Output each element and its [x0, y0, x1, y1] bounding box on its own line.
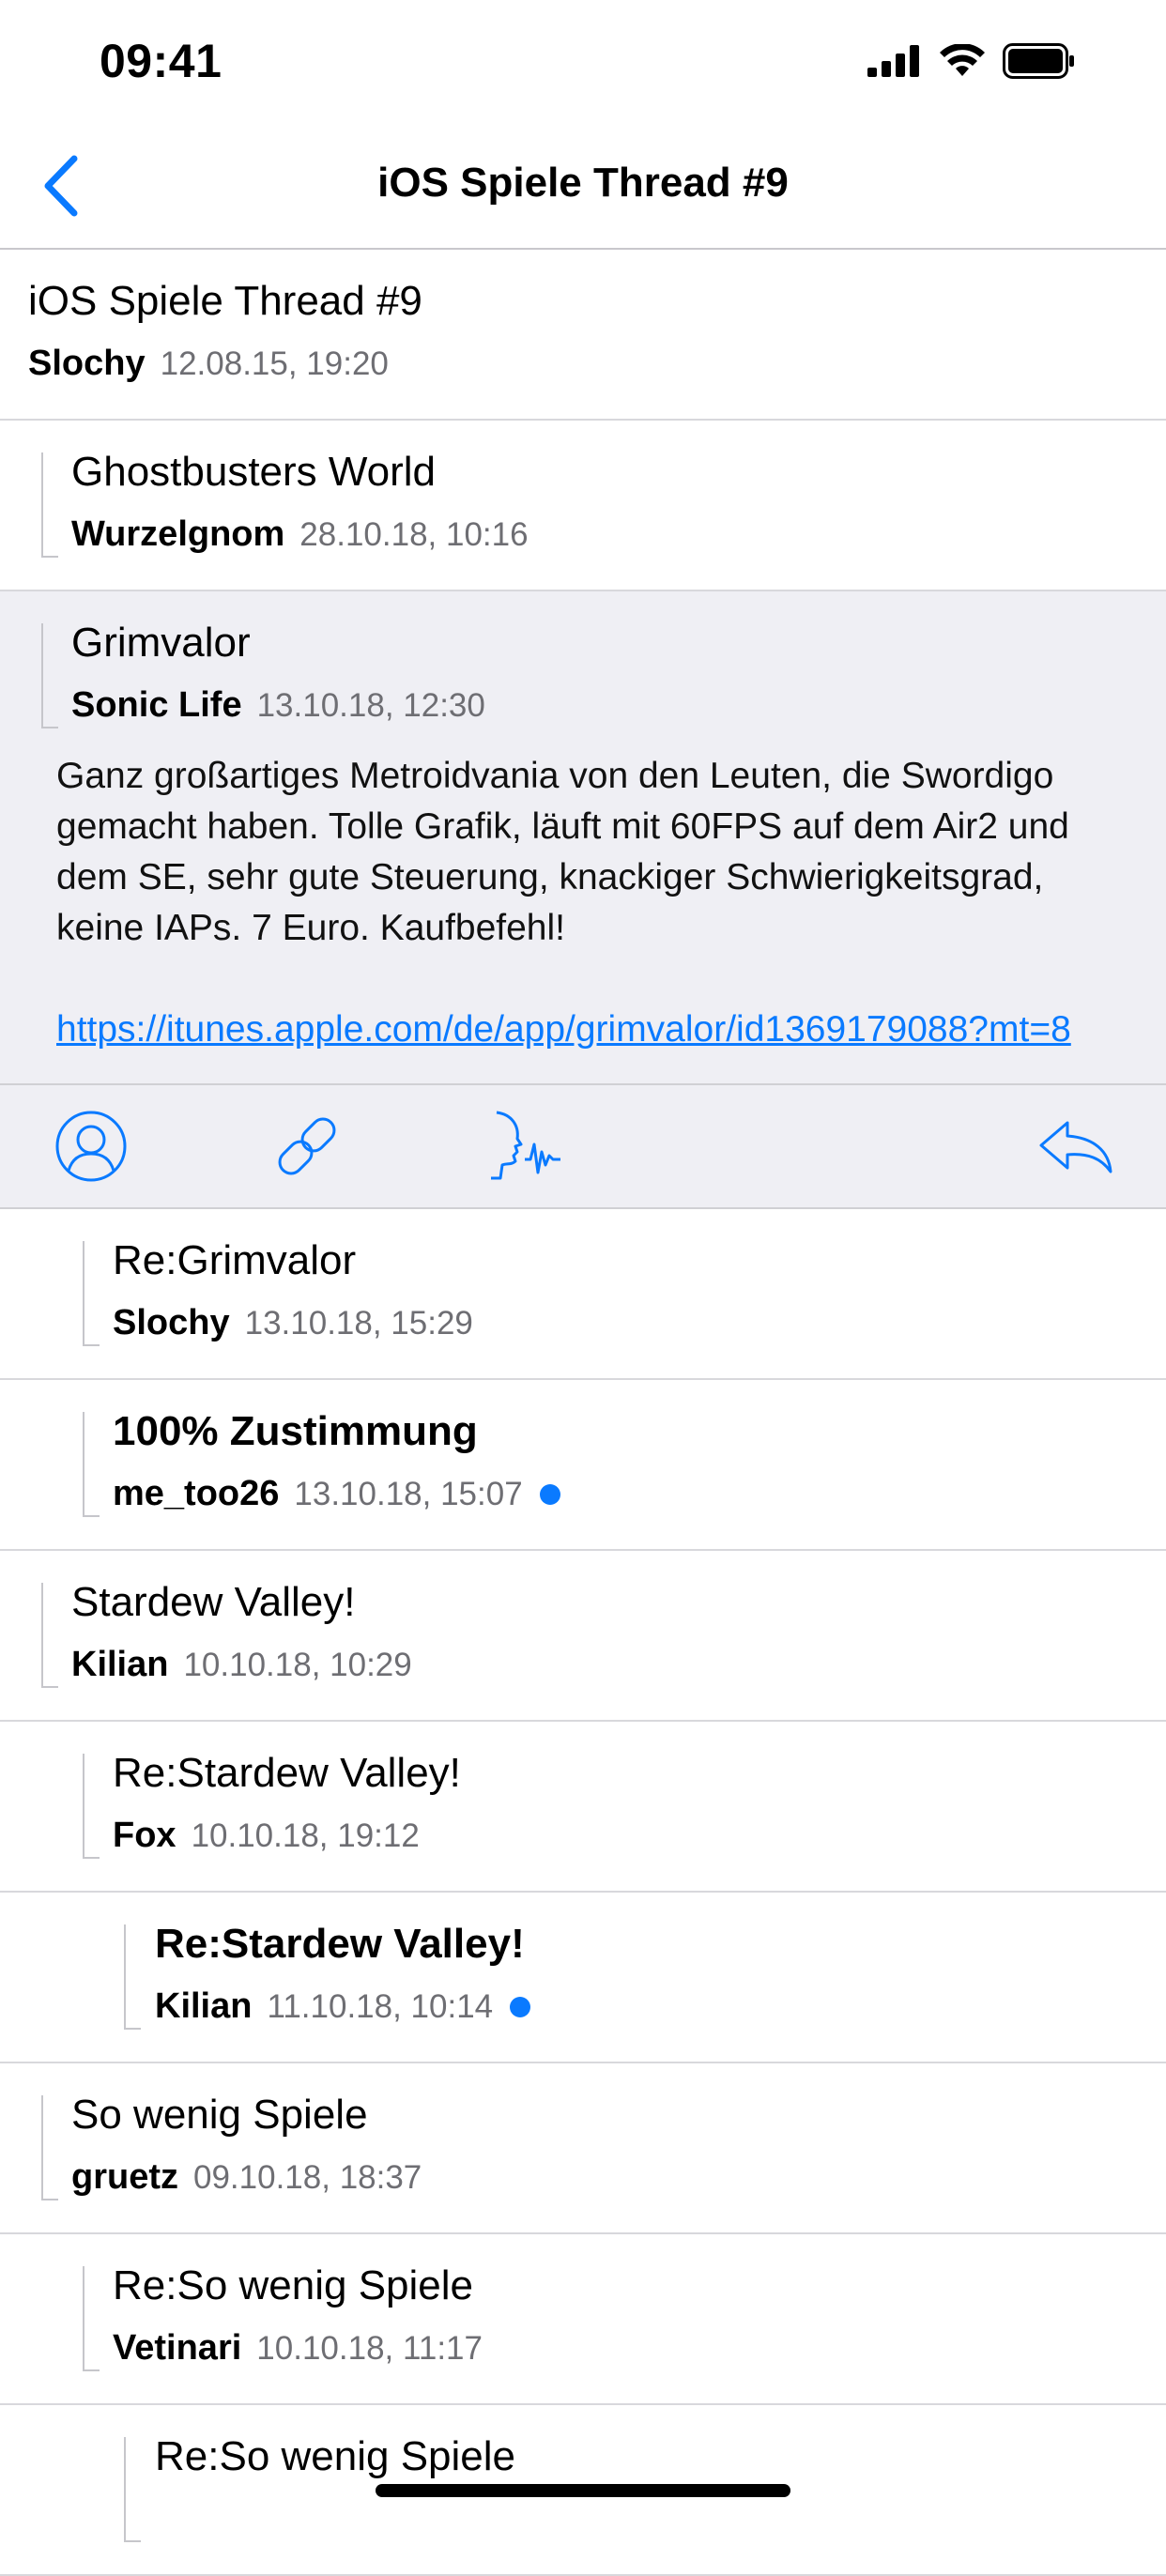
status-icons [867, 43, 1076, 79]
reply-icon [1039, 1121, 1112, 1173]
thread-level-line [41, 1583, 58, 1688]
cellular-signal-icon [867, 45, 919, 77]
post-meta: Fox 10.10.18, 19:12 [113, 1816, 420, 1856]
thread-row[interactable]: So wenig Spiele gruetz 09.10.18, 18:37 [0, 2063, 1166, 2234]
unread-indicator [510, 1996, 531, 2017]
thread-level-line [41, 2095, 58, 2200]
post-date: 13.10.18, 15:29 [244, 1304, 473, 1342]
thread-row[interactable]: Re:Stardew Valley! Fox 10.10.18, 19:12 [0, 1722, 1166, 1893]
expanded-post-header-row: Grimvalor Sonic Life 13.10.18, 12:30 [0, 591, 1166, 751]
post-meta: Slochy 13.10.18, 15:29 [113, 1303, 473, 1343]
status-time: 09:41 [100, 35, 222, 87]
post-meta: Vetinari 10.10.18, 11:17 [113, 2328, 483, 2369]
post-title: Stardew Valley! [71, 1579, 356, 1625]
thread-row-root[interactable]: iOS Spiele Thread #9 Slochy 12.08.15, 19… [0, 250, 1166, 421]
thread-level-line [83, 1412, 100, 1517]
post-title: So wenig Spiele [71, 2092, 368, 2138]
navigation-bar: iOS Spiele Thread #9 [0, 124, 1166, 250]
post-date: 11.10.18, 10:14 [267, 1987, 494, 2025]
battery-icon [1003, 43, 1074, 79]
post-meta: Sonic Life 13.10.18, 12:30 [71, 685, 485, 726]
thread-row[interactable]: Stardew Valley! Kilian 10.10.18, 10:29 [0, 1551, 1166, 1722]
thread-list: iOS Spiele Thread #9 Slochy 12.08.15, 19… [0, 250, 1166, 2576]
home-indicator[interactable] [376, 2484, 790, 2497]
profile-button[interactable] [49, 1104, 133, 1188]
profile-icon [55, 1111, 127, 1182]
expanded-post: Grimvalor Sonic Life 13.10.18, 12:30 Gan… [0, 591, 1166, 1209]
post-author: Slochy [113, 1303, 230, 1342]
post-title: Re:Stardew Valley! [113, 1750, 461, 1796]
post-meta: Slochy 12.08.15, 19:20 [28, 344, 389, 384]
post-author: me_too26 [113, 1474, 280, 1513]
post-date: 13.10.18, 12:30 [256, 686, 485, 724]
post-date: 13.10.18, 15:07 [294, 1475, 523, 1512]
thread-row[interactable]: 100% Zustimmung me_too26 13.10.18, 15:07 [0, 1380, 1166, 1551]
post-author: gruetz [71, 2157, 178, 2197]
page-title: iOS Spiele Thread #9 [377, 160, 789, 206]
post-title: Ghostbusters World [71, 449, 437, 495]
post-author: Vetinari [113, 2328, 242, 2368]
post-date: 10.10.18, 10:29 [183, 1646, 412, 1683]
post-date: 10.10.18, 19:12 [191, 1817, 420, 1854]
post-author: Slochy [28, 344, 146, 383]
unread-indicator [539, 1483, 560, 1505]
post-title: Grimvalor [71, 620, 251, 666]
thread-row[interactable]: Ghostbusters World Wurzelgnom 28.10.18, … [0, 421, 1166, 591]
post-title: Re:Grimvalor [113, 1237, 357, 1283]
thread-level-line [124, 2437, 141, 2542]
thread-level-line [83, 2266, 100, 2371]
post-link[interactable]: https://itunes.apple.com/de/app/grimvalo… [56, 1004, 1113, 1083]
post-title: 100% Zustimmung [113, 1408, 478, 1454]
post-author: Kilian [71, 1645, 169, 1684]
speak-icon [491, 1111, 560, 1180]
post-meta: me_too26 13.10.18, 15:07 [113, 1474, 560, 1514]
post-body: Ganz großartiges Metroidvania von den Le… [0, 751, 1166, 1083]
post-date: 10.10.18, 11:17 [256, 2329, 483, 2367]
post-date: 28.10.18, 10:16 [299, 515, 529, 553]
link-icon [278, 1117, 336, 1175]
thread-level-line [83, 1754, 100, 1859]
post-meta: Kilian 10.10.18, 10:29 [71, 1645, 412, 1685]
post-title: Re:Stardew Valley! [155, 1921, 525, 1967]
wifi-icon [940, 44, 985, 76]
post-date: 09.10.18, 18:37 [193, 2158, 422, 2196]
thread-level-line [41, 452, 58, 558]
thread-row[interactable]: Re:Grimvalor Slochy 13.10.18, 15:29 [0, 1209, 1166, 1380]
post-author: Sonic Life [71, 685, 242, 725]
link-button[interactable] [265, 1104, 349, 1188]
speak-button[interactable] [481, 1104, 565, 1188]
post-author: Wurzelgnom [71, 514, 285, 554]
post-author: Kilian [155, 1986, 253, 2026]
post-meta: Wurzelgnom 28.10.18, 10:16 [71, 514, 529, 555]
post-text: Ganz großartiges Metroidvania von den Le… [56, 756, 1069, 948]
thread-row[interactable]: Re:Stardew Valley! Kilian 11.10.18, 10:1… [0, 1893, 1166, 2063]
thread-row[interactable]: Re:So wenig Spiele Vetinari 10.10.18, 11… [0, 2234, 1166, 2405]
post-meta: gruetz 09.10.18, 18:37 [71, 2157, 422, 2198]
post-meta: Kilian 11.10.18, 10:14 [155, 1986, 531, 2027]
post-date: 12.08.15, 19:20 [160, 345, 389, 382]
post-title: Re:So wenig Spiele [155, 2433, 516, 2479]
post-action-bar [0, 1083, 1166, 1207]
post-author: Fox [113, 1816, 176, 1855]
expanded-post-header[interactable]: Grimvalor Sonic Life 13.10.18, 12:30 [0, 591, 1166, 751]
thread-level-line [41, 623, 58, 728]
post-title: Re:So wenig Spiele [113, 2262, 474, 2308]
post-title: iOS Spiele Thread #9 [28, 278, 422, 324]
reply-button[interactable] [1033, 1104, 1117, 1188]
status-bar: 09:41 [0, 0, 1166, 124]
thread-level-line [83, 1241, 100, 1346]
thread-level-line [124, 1924, 141, 2030]
